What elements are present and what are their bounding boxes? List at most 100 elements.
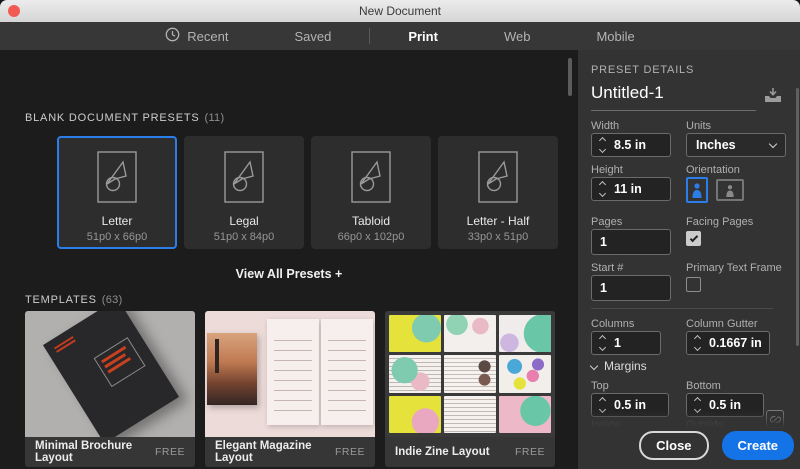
templates-title: TEMPLATES xyxy=(25,294,97,306)
width-label: Width xyxy=(591,120,620,132)
preset-card-legal[interactable]: Legal 51p0 x 84p0 xyxy=(184,136,304,249)
section-divider xyxy=(591,308,773,309)
tab-recent[interactable]: Recent xyxy=(161,22,232,50)
template-card-row: Minimal Brochure Layout FREE Elegant Mag… xyxy=(25,311,555,467)
preset-name: Tabloid xyxy=(351,214,391,228)
dialog-actions: Close Create xyxy=(639,431,794,460)
preset-card-tabloid[interactable]: Tabloid 66p0 x 102p0 xyxy=(311,136,431,249)
document-name-field[interactable]: Untitled-1 xyxy=(591,83,664,103)
presets-title: BLANK DOCUMENT PRESETS xyxy=(25,112,200,124)
template-name: Minimal Brochure Layout xyxy=(35,440,133,464)
columns-input[interactable] xyxy=(607,336,660,350)
tab-saved[interactable]: Saved xyxy=(290,22,335,50)
tab-label: Web xyxy=(503,28,531,44)
tab-label: Saved xyxy=(294,28,332,44)
blank-document-icon xyxy=(97,151,137,208)
column-gutter-stepper[interactable] xyxy=(687,334,702,352)
margin-inside-label: Inside xyxy=(591,419,621,431)
tab-label: Recent xyxy=(187,28,229,44)
blank-document-icon xyxy=(351,151,391,208)
template-label-bar: Minimal Brochure Layout FREE xyxy=(25,437,195,467)
document-type-tabbar: Recent Saved Print Web Mobile xyxy=(0,22,800,50)
margin-bottom-control xyxy=(686,393,764,417)
blank-document-icon xyxy=(478,151,518,208)
margin-top-stepper[interactable] xyxy=(592,396,607,414)
preset-details-title: PRESET DETAILS xyxy=(591,64,695,76)
left-pane-scrollbar[interactable] xyxy=(568,58,572,96)
name-field-underline xyxy=(591,110,756,111)
tab-print[interactable]: Print xyxy=(404,22,442,50)
facing-pages-label: Facing Pages xyxy=(686,216,754,228)
columns-stepper[interactable] xyxy=(592,334,607,352)
presets-section-header: BLANK DOCUMENT PRESETS (11) xyxy=(25,112,224,124)
units-dropdown[interactable]: Inches xyxy=(686,133,786,157)
template-card-minimal-brochure[interactable]: Minimal Brochure Layout FREE xyxy=(25,311,195,467)
primary-text-frame-label: Primary Text Frame xyxy=(686,262,782,274)
columns-label: Columns xyxy=(591,318,635,330)
window-title: New Document xyxy=(358,4,442,18)
chevron-down-icon xyxy=(589,361,599,370)
template-name: Elegant Magazine Layout xyxy=(215,440,312,464)
template-free-badge: FREE xyxy=(334,446,365,458)
column-gutter-control xyxy=(686,331,770,355)
template-card-indie-zine[interactable]: Indie Zine Layout FREE xyxy=(385,311,555,467)
templates-count: (63) xyxy=(101,294,123,306)
blank-document-icon xyxy=(224,151,264,208)
template-card-elegant-magazine[interactable]: Elegant Magazine Layout FREE xyxy=(205,311,375,467)
orientation-label: Orientation xyxy=(686,164,740,176)
margin-top-control xyxy=(591,393,669,417)
right-panel-scrollbar[interactable] xyxy=(796,88,799,346)
preset-name: Letter - Half xyxy=(466,214,530,228)
margin-top-input[interactable] xyxy=(607,398,668,412)
pages-input[interactable] xyxy=(591,229,671,255)
preset-dimensions: 66p0 x 102p0 xyxy=(337,231,405,243)
preset-dimensions: 51p0 x 84p0 xyxy=(213,231,275,243)
template-label-bar: Elegant Magazine Layout FREE xyxy=(205,437,375,467)
preset-card-letter-half[interactable]: Letter - Half 33p0 x 51p0 xyxy=(438,136,558,249)
template-thumbnail xyxy=(385,311,555,437)
margin-bottom-input[interactable] xyxy=(702,398,763,412)
start-number-input[interactable] xyxy=(591,275,671,301)
preset-dimensions: 33p0 x 51p0 xyxy=(467,231,529,243)
create-button[interactable]: Create xyxy=(721,431,794,460)
template-name: Indie Zine Layout xyxy=(395,446,490,458)
margin-top-label: Top xyxy=(591,380,609,392)
primary-text-frame-checkbox[interactable] xyxy=(686,277,701,292)
column-gutter-input[interactable] xyxy=(702,336,769,350)
close-traffic-light-button[interactable] xyxy=(8,5,20,17)
chevron-down-icon xyxy=(768,139,778,148)
template-label-bar: Indie Zine Layout FREE xyxy=(385,437,555,467)
template-free-badge: FREE xyxy=(154,446,185,458)
tab-web[interactable]: Web xyxy=(500,22,535,50)
tab-label: Mobile xyxy=(596,28,635,44)
view-all-presets-button[interactable]: View All Presets + xyxy=(0,267,578,281)
landscape-person-icon xyxy=(726,184,734,197)
column-gutter-label: Column Gutter xyxy=(686,318,758,330)
width-input[interactable] xyxy=(607,138,670,152)
template-thumbnail xyxy=(25,311,195,437)
margins-section-toggle[interactable]: Margins xyxy=(589,359,647,373)
template-thumbnail xyxy=(205,311,375,437)
columns-control xyxy=(591,331,661,355)
width-control xyxy=(591,133,671,157)
tab-mobile[interactable]: Mobile xyxy=(592,22,638,50)
facing-pages-checkbox[interactable] xyxy=(686,231,701,246)
orientation-portrait-button[interactable] xyxy=(686,177,708,203)
close-button[interactable]: Close xyxy=(639,431,709,460)
units-label: Units xyxy=(686,120,712,132)
tab-label: Print xyxy=(408,28,438,44)
window-titlebar: New Document xyxy=(0,0,800,22)
templates-section-header: TEMPLATES (63) xyxy=(25,294,123,306)
preset-dimensions: 51p0 x 66p0 xyxy=(86,231,148,243)
link-margins-icon[interactable] xyxy=(766,410,784,428)
presets-count: (11) xyxy=(204,112,225,124)
margin-bottom-stepper[interactable] xyxy=(687,396,702,414)
width-stepper[interactable] xyxy=(592,136,607,154)
margins-label: Margins xyxy=(604,359,647,373)
preset-card-letter[interactable]: Letter 51p0 x 66p0 xyxy=(57,136,177,249)
orientation-landscape-button[interactable] xyxy=(716,179,744,201)
height-label: Height xyxy=(591,164,623,176)
content-pane: BLANK DOCUMENT PRESETS (11) Letter 51p0 x… xyxy=(0,50,578,469)
save-preset-icon[interactable] xyxy=(764,88,782,108)
start-number-label: Start # xyxy=(591,262,624,274)
